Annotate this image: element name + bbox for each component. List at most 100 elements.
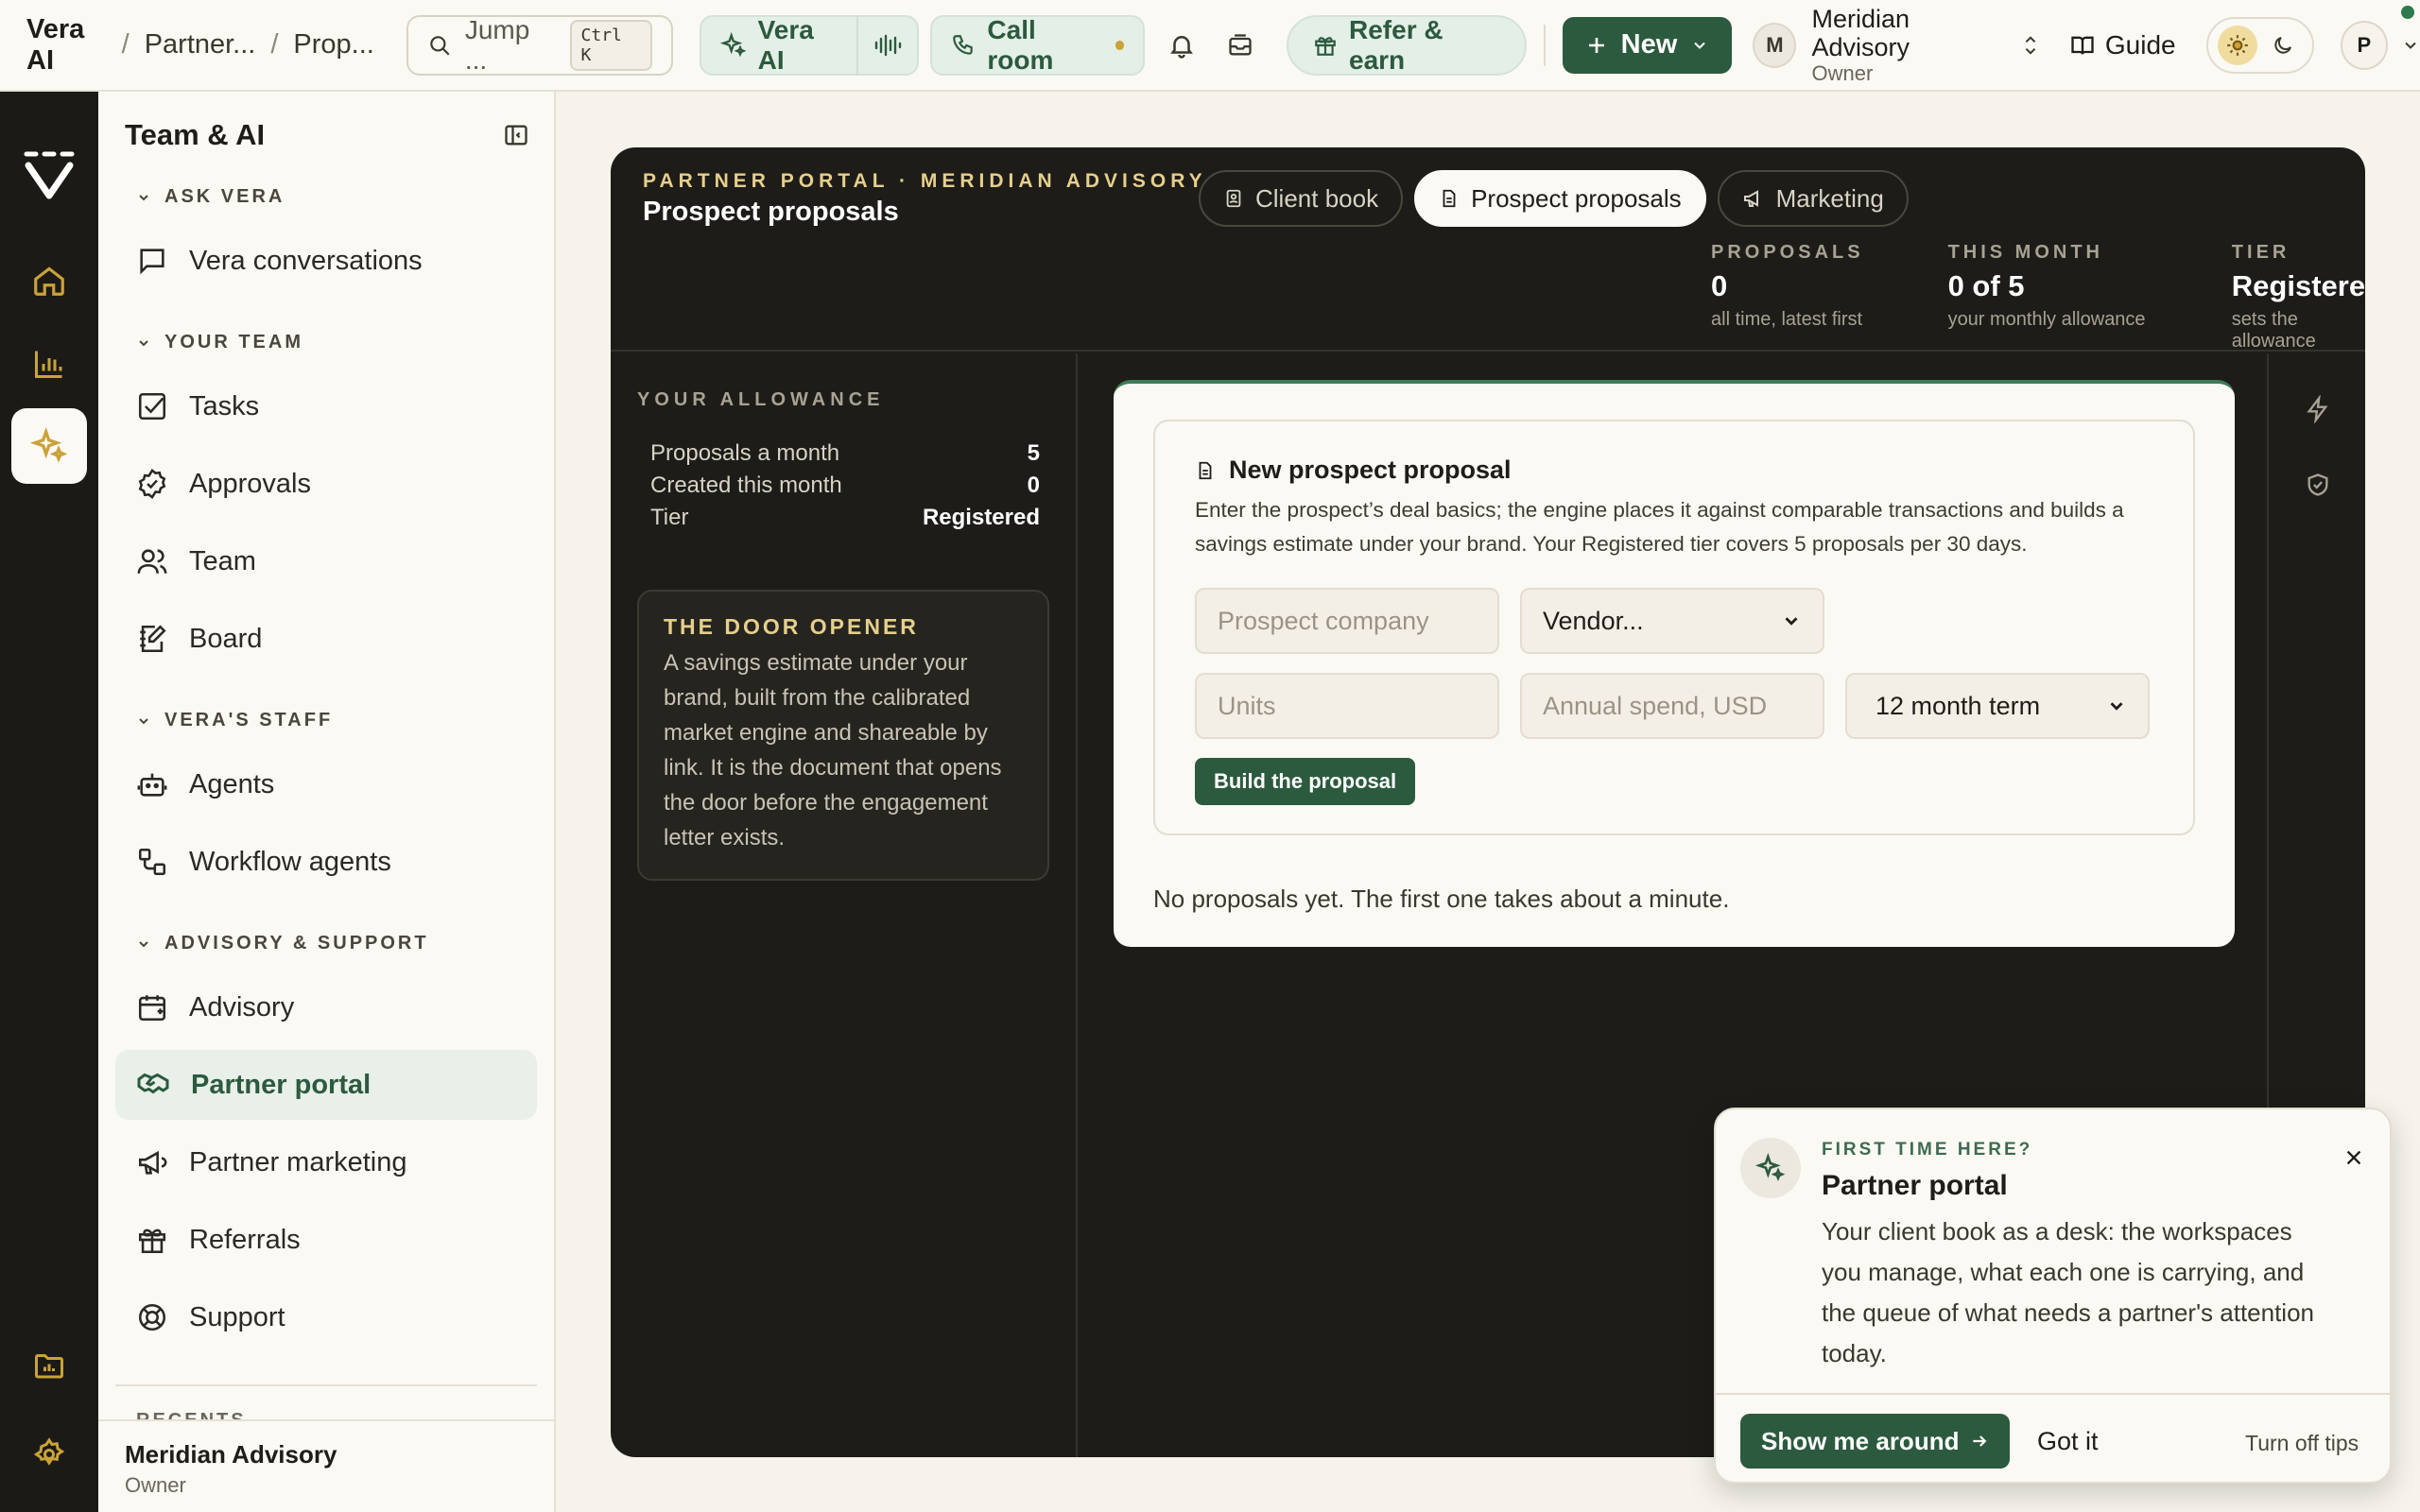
new-button[interactable]: New: [1562, 16, 1733, 74]
users-icon: [136, 545, 168, 577]
chevron-down-icon: [139, 339, 148, 346]
sidebar-item-support[interactable]: Support: [115, 1282, 537, 1352]
divider: [115, 1384, 537, 1386]
vera-logo[interactable]: [21, 146, 78, 203]
sidebar-item-approvals[interactable]: Approvals: [115, 449, 537, 519]
chevron-down-icon: [139, 940, 148, 947]
breadcrumb-partner[interactable]: Partner...: [145, 29, 256, 60]
tab-client-book[interactable]: Client book: [1199, 170, 1404, 227]
sidebar-item-referrals[interactable]: Referrals: [115, 1205, 537, 1275]
account-switcher[interactable]: M Meridian Advisory Owner: [1753, 5, 2041, 86]
form-title: New prospect proposal: [1195, 455, 1512, 485]
sidebar-item-label: Partner portal: [191, 1069, 372, 1100]
portal-header: PARTNER PORTAL · MERIDIAN ADVISORY Prosp…: [611, 147, 2365, 352]
allowance-row: Created this month 0: [650, 472, 1040, 499]
chat-icon: [136, 245, 168, 277]
ai-sparkle-icon[interactable]: [11, 408, 87, 484]
settings-gear-icon[interactable]: [11, 1417, 87, 1492]
sidebar-item-partner-portal[interactable]: Partner portal: [115, 1050, 537, 1120]
empty-state: No proposals yet. The first one takes ab…: [1153, 885, 1730, 913]
section-veras-staff[interactable]: VERA'S STAFF: [136, 710, 333, 731]
sidebar-item-vera-conversations[interactable]: Vera conversations: [115, 226, 537, 296]
collapse-sidebar-icon[interactable]: [503, 122, 529, 148]
sidebar-item-partner-marketing[interactable]: Partner marketing: [115, 1127, 537, 1197]
door-opener-card: THE DOOR OPENER A savings estimate under…: [637, 590, 1049, 881]
sidebar-item-tasks[interactable]: Tasks: [115, 371, 537, 441]
turn-off-tips-link[interactable]: Turn off tips: [2245, 1431, 2359, 1456]
show-me-around-label: Show me around: [1761, 1426, 1960, 1455]
prospect-company-input[interactable]: Prospect company: [1195, 588, 1499, 654]
breadcrumb-separator: /: [121, 29, 130, 60]
analytics-icon[interactable]: [11, 326, 87, 402]
online-indicator: [2401, 6, 2414, 19]
stat-label: THIS MONTH: [1947, 242, 2103, 263]
section-your-team[interactable]: YOUR TEAM: [136, 332, 303, 353]
page-title: Prospect proposals: [643, 197, 899, 227]
sidebar-item-label: Approvals: [189, 468, 311, 499]
got-it-button[interactable]: Got it: [2037, 1427, 2099, 1456]
lightning-icon[interactable]: [2305, 395, 2331, 423]
tip-title: Partner portal: [1822, 1170, 2008, 1201]
stat-sub: all time, latest first: [1711, 309, 1863, 330]
megaphone-icon: [1742, 187, 1765, 210]
home-icon[interactable]: [11, 243, 87, 318]
tab-marketing[interactable]: Marketing: [1717, 170, 1909, 227]
sun-icon[interactable]: [2217, 25, 2257, 65]
clipboard-edit-icon: [136, 623, 168, 655]
section-label: YOUR TEAM: [164, 332, 303, 352]
stat-label: TIER: [2231, 242, 2290, 263]
section-label: VERA'S STAFF: [164, 710, 334, 730]
section-ask-vera[interactable]: ASK VERA: [136, 186, 285, 208]
sparkle-icon: [1740, 1138, 1801, 1198]
portal-stats: PROPOSALS 0 all time, latest first THIS …: [1711, 242, 2365, 352]
sidebar-item-agents[interactable]: Agents: [115, 749, 537, 819]
breadcrumb-home[interactable]: Vera AI: [26, 14, 107, 77]
build-proposal-button[interactable]: Build the proposal: [1195, 758, 1416, 805]
call-room-label: Call room: [987, 14, 1054, 75]
annual-spend-input[interactable]: Annual spend, USD: [1520, 673, 1824, 739]
sidebar-item-label: Agents: [189, 768, 275, 799]
section-label: ASK VERA: [164, 186, 285, 207]
section-advisory-support[interactable]: ADVISORY & SUPPORT: [136, 933, 429, 954]
stat-proposals: PROPOSALS 0 all time, latest first: [1711, 242, 1910, 352]
sidebar-item-label: Referrals: [189, 1224, 301, 1255]
sidebar-item-board[interactable]: Board: [115, 604, 537, 674]
folder-chart-icon[interactable]: [11, 1328, 87, 1403]
stat-this-month: THIS MONTH 0 of 5 your monthly allowance: [1948, 242, 2194, 352]
jump-search[interactable]: Jump ... Ctrl K: [406, 14, 673, 76]
voice-wave-icon[interactable]: [856, 14, 917, 76]
sidebar-item-workflow-agents[interactable]: Workflow agents: [115, 827, 537, 897]
guide-button[interactable]: Guide: [2069, 30, 2176, 60]
allowance-value: 5: [1027, 440, 1040, 466]
moon-icon[interactable]: [2263, 26, 2303, 65]
chevron-down-icon[interactable]: [2401, 36, 2420, 55]
units-input[interactable]: Units: [1195, 673, 1499, 739]
form-title-text: New prospect proposal: [1229, 455, 1512, 484]
refer-earn-button[interactable]: Refer & earn: [1287, 14, 1527, 76]
document-icon: [1439, 187, 1460, 210]
theme-toggle[interactable]: [2205, 16, 2314, 74]
gift-icon: [136, 1224, 168, 1256]
allowance-heading: YOUR ALLOWANCE: [637, 389, 885, 410]
show-me-around-button[interactable]: Show me around: [1740, 1414, 2011, 1469]
sidebar-item-label: Tasks: [189, 390, 260, 421]
shield-check-icon[interactable]: [2305, 471, 2331, 499]
vendor-select[interactable]: Vendor...: [1520, 588, 1824, 654]
new-proposal-form: New prospect proposal Enter the prospect…: [1153, 420, 2195, 835]
robot-icon: [136, 768, 168, 800]
inbox-icon[interactable]: [1211, 15, 1270, 76]
vera-ai-button[interactable]: Vera AI: [699, 14, 920, 76]
chevron-down-icon: [139, 194, 148, 200]
close-icon[interactable]: [2343, 1147, 2364, 1168]
arrow-right-icon: [1970, 1432, 1989, 1451]
term-select[interactable]: 12 month term: [1845, 673, 2150, 739]
sidebar-item-advisory[interactable]: Advisory: [115, 972, 537, 1042]
sidebar-footer-account[interactable]: Meridian Advisory Owner: [98, 1419, 554, 1512]
tab-prospect-proposals[interactable]: Prospect proposals: [1414, 170, 1706, 227]
profile-avatar[interactable]: P: [2340, 20, 2389, 70]
sidebar-item-team[interactable]: Team: [115, 526, 537, 596]
allowance-value: Registered: [922, 505, 1040, 530]
chevron-down-icon: [1781, 610, 1802, 631]
call-room-button[interactable]: Call room: [930, 14, 1146, 76]
bell-icon[interactable]: [1152, 15, 1211, 76]
